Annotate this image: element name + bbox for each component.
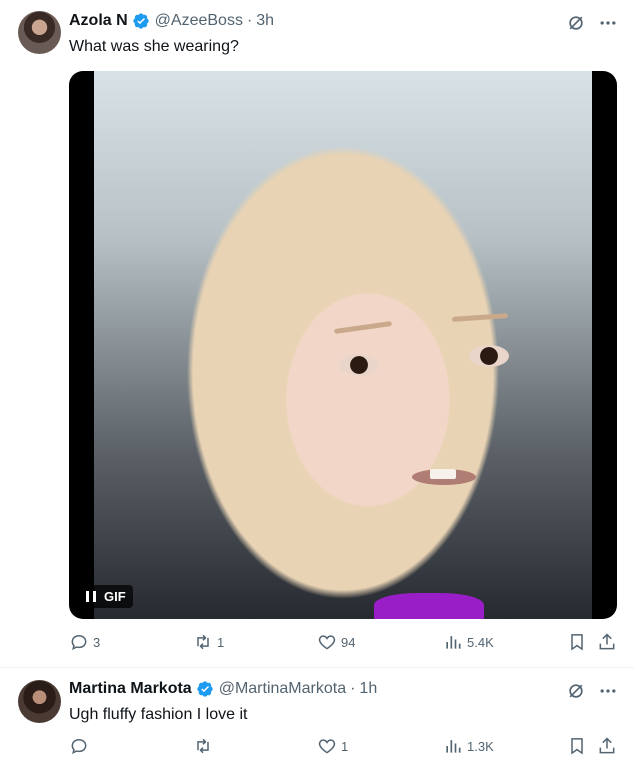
repost-button[interactable] [193, 736, 217, 756]
reply-count: 3 [93, 634, 101, 650]
separator-dot: · [350, 680, 356, 697]
reply-icon [71, 634, 87, 651]
grok-icon[interactable] [566, 681, 586, 701]
photo-detail [469, 345, 509, 367]
author-handle[interactable]: @AzeeBoss [155, 12, 243, 30]
like-count: 94 [341, 634, 356, 650]
photo-detail [430, 469, 456, 479]
author-name[interactable]: Martina Markota [69, 680, 192, 698]
bookmark-icon [571, 738, 583, 755]
tweet[interactable]: Azola N @AzeeBoss · 3h What was she wear… [0, 0, 634, 667]
views-button[interactable]: 1.3K [443, 736, 494, 756]
heart-icon [318, 635, 336, 650]
repost-icon [197, 634, 209, 650]
share-button[interactable] [597, 736, 617, 756]
gif-image [94, 71, 592, 619]
share-icon [599, 737, 615, 754]
tweet-top-actions [566, 681, 618, 701]
reply-button[interactable] [69, 736, 93, 756]
grok-icon[interactable] [566, 13, 586, 33]
reply-button[interactable]: 3 [69, 632, 100, 652]
bookmark-icon [571, 634, 583, 651]
heart-icon [318, 739, 336, 754]
tweet-text: What was she wearing? [69, 38, 239, 55]
photo-detail [374, 593, 484, 619]
tweet-header: Azola N @AzeeBoss · 3h [69, 12, 274, 30]
repost-button[interactable]: 1 [193, 632, 224, 652]
views-icon [446, 740, 461, 753]
like-button[interactable]: 1 [317, 736, 348, 756]
share-icon [599, 633, 615, 650]
views-button[interactable]: 5.4K [443, 632, 494, 652]
verified-badge-icon [132, 13, 149, 29]
verified-badge-icon [197, 681, 213, 697]
tweet-top-actions [566, 13, 618, 33]
tweet-header: Martina Markota @MartinaMarkota · 1h [69, 680, 377, 698]
views-icon [446, 636, 461, 649]
view-count: 1.3K [467, 738, 494, 754]
tweet-actions: 1 1.3K [69, 736, 617, 760]
bookmark-button[interactable] [567, 736, 587, 756]
repost-icon [197, 738, 209, 754]
photo-detail [339, 354, 379, 376]
tweet[interactable]: Martina Markota @MartinaMarkota · 1h Ugh… [0, 668, 634, 779]
reply-icon [71, 738, 87, 755]
timestamp[interactable]: 1h [359, 680, 377, 698]
repost-count: 1 [217, 634, 225, 650]
view-count: 5.4K [467, 634, 494, 650]
photo-detail [451, 313, 509, 322]
pause-icon[interactable] [86, 591, 96, 602]
author-name[interactable]: Azola N [69, 12, 128, 30]
photo-detail [333, 320, 393, 335]
like-count: 1 [341, 738, 349, 754]
more-icon[interactable] [598, 681, 618, 701]
share-button[interactable] [597, 632, 617, 652]
gif-badge[interactable]: GIF [80, 585, 133, 608]
avatar[interactable] [18, 11, 61, 54]
tweet-media-gif[interactable]: GIF [69, 71, 617, 619]
tweet-text: Ugh fluffy fashion I love it [69, 706, 248, 723]
bookmark-button[interactable] [567, 632, 587, 652]
avatar[interactable] [18, 680, 61, 723]
tweet-actions: 3 1 94 5.4K [69, 632, 617, 656]
like-button[interactable]: 94 [317, 632, 355, 652]
author-handle[interactable]: @MartinaMarkota [219, 680, 346, 698]
gif-label: GIF [104, 589, 126, 604]
separator-dot: · [246, 12, 253, 29]
timestamp[interactable]: 3h [256, 12, 274, 30]
more-icon[interactable] [598, 13, 618, 33]
